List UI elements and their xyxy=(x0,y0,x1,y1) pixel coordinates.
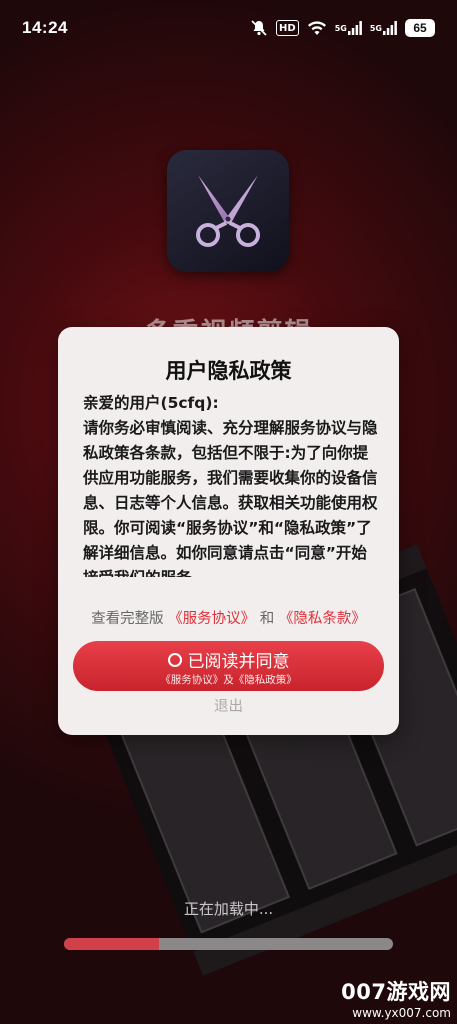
status-bar: 14:24 HD 5G 5G 65 xyxy=(0,0,457,56)
links-prefix: 查看完整版 xyxy=(91,611,164,627)
agree-button[interactable]: 已阅读并同意 《服务协议》及《隐私政策》 xyxy=(73,641,384,691)
watermark-main: 007游戏网 xyxy=(341,980,451,1004)
status-time: 14:24 xyxy=(22,18,68,37)
network-label: 5G xyxy=(334,23,347,33)
mute-icon xyxy=(250,19,268,37)
watermark-sub: www.yx007.com xyxy=(352,1006,451,1020)
dialog-title: 用户隐私政策 xyxy=(165,359,292,383)
dialog-body[interactable]: 亲爱的用户(5cfq): 请你务必审慎阅读、充分理解服务协议与隐私政策各条款，包… xyxy=(83,391,379,577)
privacy-dialog: 用户隐私政策 亲爱的用户(5cfq): 请你务必审慎阅读、充分理解服务协议与隐私… xyxy=(58,327,399,735)
exit-button[interactable]: 退出 xyxy=(58,695,399,716)
privacy-terms-link[interactable]: 《隐私条款》 xyxy=(279,611,366,627)
service-agreement-link[interactable]: 《服务协议》 xyxy=(168,611,255,627)
greeting-text: 亲爱的用户(5cfq): xyxy=(83,394,219,412)
loading-text: 正在加载中... xyxy=(183,900,274,918)
signal-5g-icon: 5G xyxy=(370,21,397,35)
policy-text: 请你务必审慎阅读、充分理解服务协议与隐私政策各条款，包括但不限于:为了向你提供应… xyxy=(83,419,378,577)
links-and: 和 xyxy=(259,611,275,627)
scissors-icon xyxy=(196,175,260,247)
loading-progress-bar xyxy=(64,938,393,950)
battery-icon: 65 xyxy=(405,19,435,37)
signal-5g-icon: 5G xyxy=(335,21,362,35)
app-icon xyxy=(167,150,289,272)
agree-sub-label: 《服务协议》及《隐私政策》 xyxy=(160,674,297,686)
radio-circle-icon xyxy=(167,652,182,667)
hd-icon: HD xyxy=(276,20,299,36)
loading-progress-fill xyxy=(64,938,160,950)
policy-links: 查看完整版 《服务协议》 和 《隐私条款》 xyxy=(58,607,399,628)
network-label: 5G xyxy=(369,23,382,33)
wifi-icon xyxy=(307,20,327,36)
site-watermark: 007游戏网 www.yx007.com xyxy=(341,976,451,1020)
agree-label: 已阅读并同意 xyxy=(187,652,290,672)
